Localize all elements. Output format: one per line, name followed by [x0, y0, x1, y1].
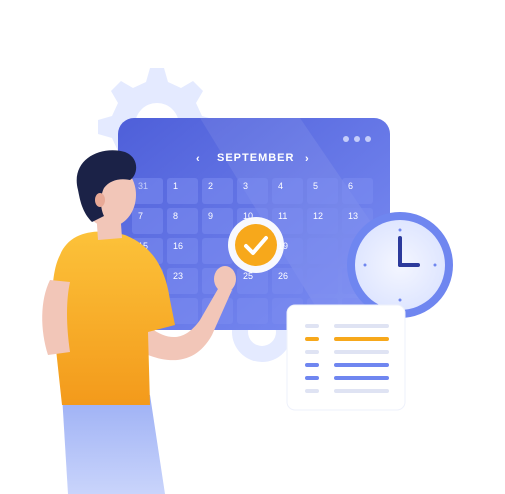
chevron-left-icon[interactable]: ‹ [196, 153, 201, 165]
day-number: 11 [278, 211, 287, 221]
day-cell[interactable] [167, 178, 198, 204]
day-cell[interactable] [307, 268, 338, 294]
day-number: 1 [173, 181, 178, 191]
day-number: 8 [173, 211, 178, 221]
day-cell[interactable] [272, 178, 303, 204]
day-number: 5 [313, 181, 318, 191]
day-number: 26 [278, 271, 288, 281]
window-dot [365, 136, 371, 142]
day-cell[interactable] [237, 298, 268, 324]
day-cell[interactable] [342, 178, 373, 204]
day-cell[interactable] [237, 178, 268, 204]
window-dot [343, 136, 349, 142]
day-cell[interactable] [132, 208, 163, 234]
day-number: 7 [138, 211, 143, 221]
day-number: 2 [208, 181, 213, 191]
chevron-right-icon[interactable]: › [305, 153, 310, 165]
day-number: 23 [173, 271, 183, 281]
day-number: 4 [278, 181, 283, 191]
day-cell[interactable] [167, 208, 198, 234]
day-number: 16 [173, 241, 183, 251]
day-cell[interactable] [202, 178, 233, 204]
day-number: 3 [243, 181, 248, 191]
illustration: ‹ SEPTEMBER › 31123456789101112131516181… [42, 68, 453, 494]
clock-icon [347, 212, 453, 318]
day-number: 6 [348, 181, 353, 191]
day-cell[interactable] [307, 238, 338, 264]
day-number: 12 [313, 211, 323, 221]
task-list-card [286, 304, 406, 411]
checkmark-icon[interactable] [228, 217, 284, 273]
day-number: 9 [208, 211, 213, 221]
day-number: 31 [138, 181, 148, 191]
day-cell[interactable] [307, 178, 338, 204]
day-number: 13 [348, 211, 358, 221]
window-dot [354, 136, 360, 142]
day-cell[interactable] [202, 208, 233, 234]
calendar-month-title: SEPTEMBER [217, 152, 294, 164]
